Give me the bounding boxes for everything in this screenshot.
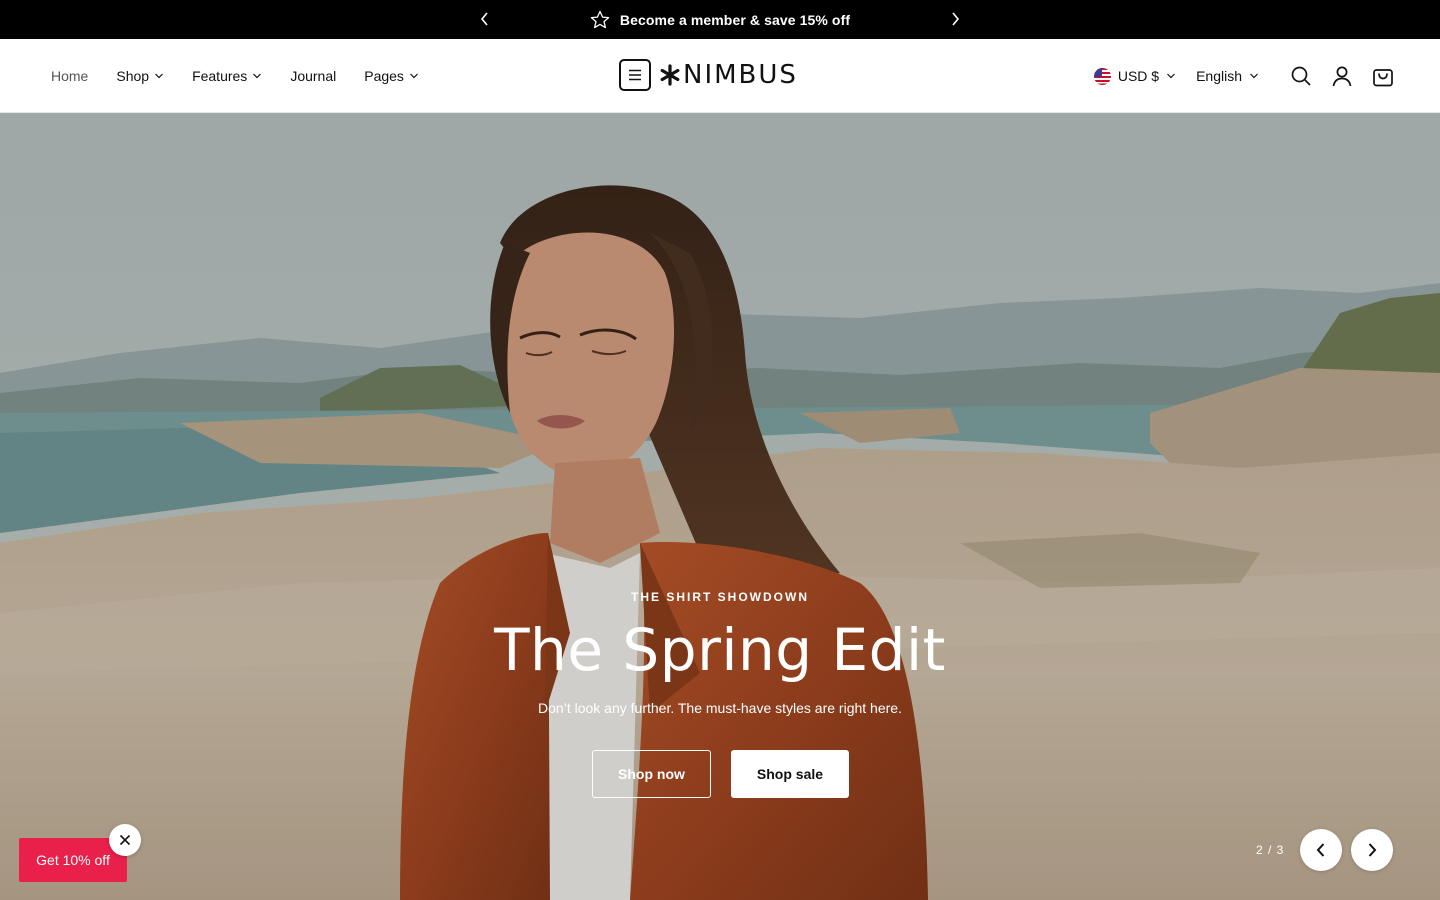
menu-icon[interactable] (619, 59, 651, 91)
chevron-left-icon (480, 12, 488, 26)
language-label: English (1196, 68, 1242, 84)
announcement-bar: Become a member & save 15% off (0, 0, 1440, 39)
chevron-down-icon (409, 71, 419, 81)
nav-item-pages[interactable]: Pages (364, 68, 419, 84)
nav-item-home[interactable]: Home (51, 68, 88, 84)
language-selector[interactable]: English (1196, 68, 1259, 84)
us-flag-icon (1093, 67, 1111, 85)
close-icon (119, 834, 131, 846)
chevron-down-icon (252, 71, 262, 81)
currency-selector[interactable]: USD $ (1093, 67, 1176, 85)
search-icon[interactable] (1290, 65, 1312, 87)
chevron-down-icon (1166, 68, 1176, 84)
discount-close-button[interactable] (109, 824, 141, 856)
hero-kicker: THE SHIRT SHOWDOWN (631, 590, 809, 604)
nav-item-label: Features (192, 68, 248, 84)
header-tools: USD $ English (1093, 39, 1394, 113)
slide-next-button[interactable] (1351, 829, 1393, 871)
hero-headline: The Spring Edit (494, 616, 946, 684)
nav-item-shop[interactable]: Shop (116, 68, 164, 84)
star-icon (590, 10, 610, 30)
account-icon[interactable] (1331, 65, 1353, 87)
chevron-right-icon (952, 12, 960, 26)
announcement-prev-button[interactable] (474, 8, 496, 30)
chevron-down-icon (154, 71, 164, 81)
asterisk-icon (659, 64, 681, 86)
slide-prev-button[interactable] (1300, 829, 1342, 871)
announcement-next-button[interactable] (944, 8, 966, 30)
nav-item-label: Shop (116, 68, 150, 84)
hero-buttons: Shop now Shop sale (592, 750, 849, 798)
nav-item-label: Home (51, 68, 89, 84)
main-nav: Home Shop Features Journal Pages (51, 39, 419, 113)
slide-counter: 2 / 3 (1256, 843, 1285, 857)
nav-item-journal[interactable]: Journal (290, 68, 336, 84)
nav-item-label: Journal (290, 68, 337, 84)
chevron-left-icon (1316, 843, 1325, 857)
announcement-text: Become a member & save 15% off (619, 11, 851, 28)
cart-icon[interactable] (1372, 65, 1394, 87)
hero-slideshow: THE SHIRT SHOWDOWN The Spring Edit Don’t… (0, 113, 1440, 900)
nav-item-label: Pages (364, 68, 404, 84)
brand-logo[interactable]: NIMBUS (619, 59, 798, 91)
site-header: Home Shop Features Journal Pages NIMBUS (0, 39, 1440, 113)
announcement-message[interactable]: Become a member & save 15% off (590, 10, 850, 30)
chevron-down-icon (1249, 68, 1259, 84)
shop-sale-button[interactable]: Shop sale (731, 750, 849, 798)
chevron-right-icon (1368, 843, 1377, 857)
currency-label: USD $ (1117, 68, 1160, 84)
nav-item-features[interactable]: Features (192, 68, 262, 84)
brand-name: NIMBUS (683, 60, 798, 90)
brand-wordmark: NIMBUS (659, 60, 798, 90)
shop-now-button[interactable]: Shop now (592, 750, 711, 798)
hero-subtext: Don’t look any further. The must-have st… (538, 700, 902, 716)
